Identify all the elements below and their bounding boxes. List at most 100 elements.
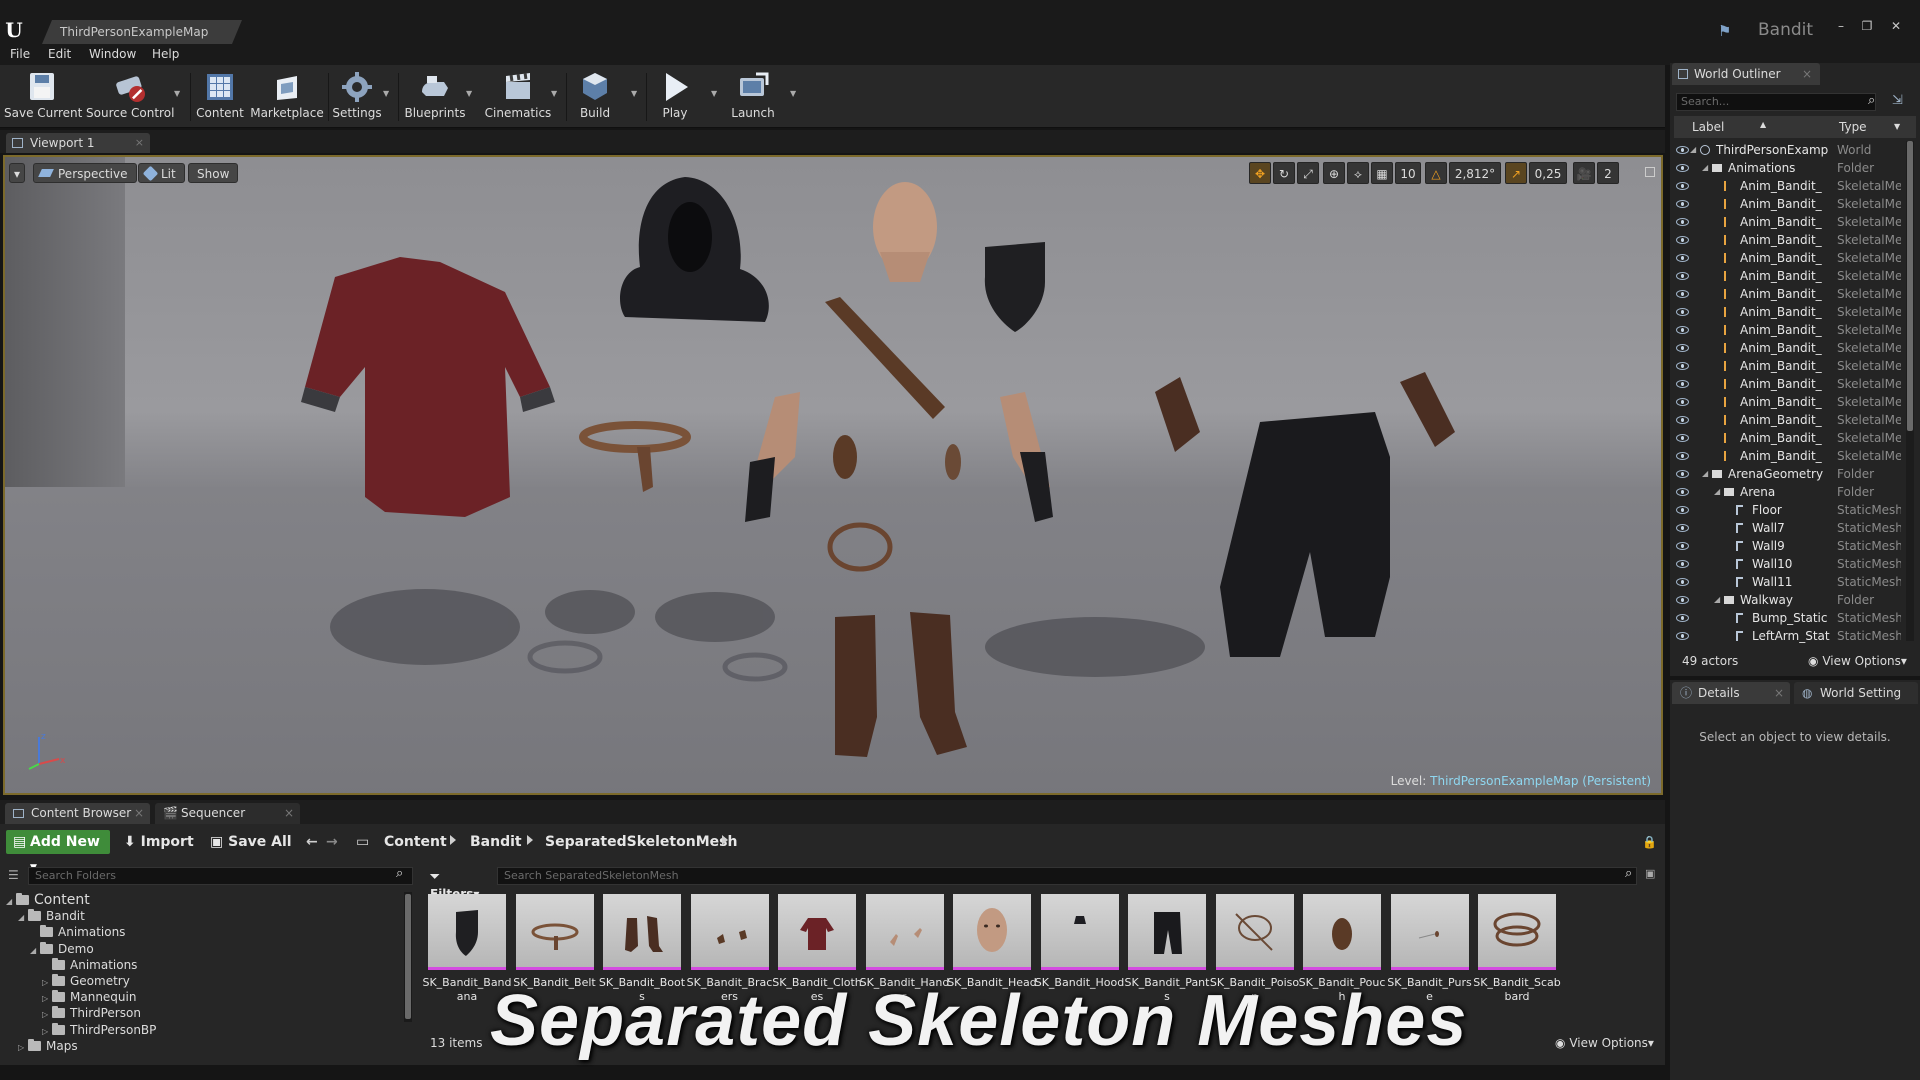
forward-arrow-icon[interactable]: → — [326, 830, 338, 854]
type-dropdown-icon[interactable]: ▼ — [1894, 116, 1900, 138]
outliner-row[interactable]: Anim_Bandit_ SkeletalMe — [1674, 447, 1906, 465]
breadcrumb-content[interactable]: Content — [384, 830, 447, 854]
content-button[interactable]: Content — [194, 67, 246, 125]
perspective-button[interactable]: Perspective — [33, 163, 137, 183]
lit-button[interactable]: Lit — [138, 163, 185, 183]
grid-snap-icon[interactable]: ▦ — [1371, 162, 1393, 184]
close-tab-icon[interactable]: × — [1802, 63, 1812, 85]
folder-tree-item[interactable]: ▷ Maps — [18, 1038, 78, 1054]
outliner-row[interactable]: LeftArm_Stat StaticMesh — [1674, 627, 1906, 645]
world-space-icon[interactable]: ⊕ — [1323, 162, 1345, 184]
scale-snap-value[interactable]: 0,25 — [1529, 162, 1567, 184]
visibility-eye-icon[interactable] — [1676, 470, 1689, 478]
blueprints-dropdown-arrow[interactable]: ▼ — [466, 89, 472, 98]
folder-tree-item[interactable]: ◢ Bandit — [18, 908, 85, 924]
level-document-tab[interactable]: ThirdPersonExampleMap — [42, 20, 242, 44]
breadcrumb-arrow-icon[interactable] — [722, 835, 728, 845]
folder-open-icon[interactable]: ▭ — [356, 830, 369, 854]
visibility-eye-icon[interactable] — [1676, 614, 1689, 622]
sources-panel-icon[interactable]: ☰ — [8, 868, 19, 882]
outliner-scrollbar-thumb[interactable] — [1907, 141, 1913, 431]
show-button[interactable]: Show — [188, 163, 239, 183]
viewport-tab[interactable]: Viewport 1 × — [6, 133, 150, 153]
outliner-row[interactable]: Anim_Bandit_ SkeletalMe — [1674, 249, 1906, 267]
type-column-header[interactable]: Type — [1839, 116, 1867, 138]
visibility-eye-icon[interactable] — [1676, 344, 1689, 352]
lock-icon[interactable]: 🔒 — [1642, 830, 1657, 854]
visibility-eye-icon[interactable] — [1676, 380, 1689, 388]
visibility-eye-icon[interactable] — [1676, 254, 1689, 262]
outliner-row[interactable]: Anim_Bandit_ SkeletalMe — [1674, 429, 1906, 447]
viewport-options-dropdown[interactable]: ▾ — [9, 163, 26, 183]
outliner-row[interactable]: Anim_Bandit_ SkeletalMe — [1674, 177, 1906, 195]
visibility-eye-icon[interactable] — [1676, 218, 1689, 226]
visibility-eye-icon[interactable] — [1676, 236, 1689, 244]
outliner-row[interactable]: Anim_Bandit_ SkeletalMe — [1674, 303, 1906, 321]
visibility-eye-icon[interactable] — [1676, 308, 1689, 316]
outliner-row[interactable]: Anim_Bandit_ SkeletalMe — [1674, 285, 1906, 303]
expand-arrow-icon[interactable]: ◢ — [6, 894, 16, 910]
expand-arrow-icon[interactable]: ◢ — [1690, 141, 1696, 159]
play-button[interactable]: Play — [652, 67, 698, 125]
outliner-row[interactable]: Floor StaticMesh — [1674, 501, 1906, 519]
maximize-button[interactable]: ❐ — [1856, 18, 1878, 34]
outliner-row[interactable]: Anim_Bandit_ SkeletalMe — [1674, 357, 1906, 375]
folder-tree-item[interactable]: Animations — [30, 924, 125, 940]
menu-window[interactable]: Window — [89, 47, 136, 61]
expand-arrow-icon[interactable]: ▷ — [18, 1040, 28, 1056]
maximize-viewport-icon[interactable] — [1645, 167, 1655, 177]
close-tab-icon[interactable]: × — [1774, 682, 1784, 704]
add-new-button[interactable]: ▤ Add New ▼ — [6, 830, 110, 873]
asset-tile[interactable]: SK_Bandit_Scabbard — [1473, 894, 1561, 1009]
visibility-eye-icon[interactable] — [1676, 632, 1689, 640]
visibility-eye-icon[interactable] — [1676, 560, 1689, 568]
cinematics-button[interactable]: Cinematics — [482, 67, 554, 125]
build-button[interactable]: Build — [572, 67, 618, 125]
menu-file[interactable]: File — [10, 47, 30, 61]
outliner-row[interactable]: Bump_Static StaticMesh — [1674, 609, 1906, 627]
expand-arrow-icon[interactable]: ◢ — [1702, 465, 1708, 483]
menu-edit[interactable]: Edit — [48, 47, 71, 61]
details-tab[interactable]: ⓘ Details × — [1672, 682, 1790, 704]
sequencer-tab[interactable]: 🎬 Sequencer × — [155, 803, 300, 824]
play-dropdown-arrow[interactable]: ▼ — [711, 89, 717, 98]
outliner-row[interactable]: ◢ Walkway Folder — [1674, 591, 1906, 609]
folder-tree-item[interactable]: ▷ Geometry — [42, 973, 130, 989]
settings-dropdown-arrow[interactable]: ▼ — [383, 89, 389, 98]
level-viewport[interactable]: ▾ Perspective Lit Show ✥ ↻ ⤢ ⊕ ⟡ ▦ 10 △ … — [3, 155, 1663, 795]
visibility-eye-icon[interactable] — [1676, 398, 1689, 406]
asset-search-input[interactable]: Search SeparatedSkeletonMesh — [497, 867, 1637, 885]
outliner-row[interactable]: Anim_Bandit_ SkeletalMe — [1674, 393, 1906, 411]
expand-arrow-icon[interactable]: ◢ — [30, 943, 40, 959]
close-tab-icon[interactable]: × — [284, 803, 294, 824]
save-search-icon[interactable]: ▣ — [1645, 867, 1655, 880]
settings-button[interactable]: Settings — [332, 67, 382, 125]
translate-mode-icon[interactable]: ✥ — [1249, 162, 1271, 184]
breadcrumb-arrow-icon[interactable] — [527, 835, 533, 845]
folder-tree-item[interactable]: ▷ Mannequin — [42, 989, 136, 1005]
expand-arrow-icon[interactable]: ◢ — [1714, 483, 1720, 501]
outliner-row[interactable]: ◢ ThirdPersonExamp World — [1674, 141, 1906, 159]
camera-speed-value[interactable]: 2 — [1597, 162, 1619, 184]
visibility-eye-icon[interactable] — [1676, 596, 1689, 604]
source-control-button[interactable]: Source Control — [86, 67, 174, 125]
folder-tree-item[interactable]: ▷ ThirdPerson — [42, 1005, 141, 1021]
outliner-row[interactable]: Anim_Bandit_ SkeletalMe — [1674, 195, 1906, 213]
breadcrumb-arrow-icon[interactable] — [450, 835, 456, 845]
build-dropdown-arrow[interactable]: ▼ — [631, 89, 637, 98]
outliner-row[interactable]: ◢ Arena Folder — [1674, 483, 1906, 501]
folder-tree-scrollbar-thumb[interactable] — [405, 894, 411, 1019]
visibility-eye-icon[interactable] — [1676, 362, 1689, 370]
folder-tree-item[interactable]: Animations — [42, 957, 137, 973]
outliner-row[interactable]: Anim_Bandit_ SkeletalMe — [1674, 213, 1906, 231]
back-arrow-icon[interactable]: ← — [306, 830, 318, 854]
camera-speed-icon[interactable]: 🎥 — [1573, 162, 1595, 184]
import-button[interactable]: ⬇ Import — [124, 830, 194, 854]
grid-snap-value[interactable]: 10 — [1395, 162, 1421, 184]
expand-arrow-icon[interactable]: ◢ — [18, 910, 28, 926]
visibility-eye-icon[interactable] — [1676, 434, 1689, 442]
world-outliner-tab[interactable]: World Outliner × — [1672, 63, 1820, 85]
filters-button[interactable]: ⏷ Filters▾ — [430, 867, 490, 901]
launch-button[interactable]: Launch — [726, 67, 780, 125]
close-tab-icon[interactable]: × — [134, 803, 144, 824]
